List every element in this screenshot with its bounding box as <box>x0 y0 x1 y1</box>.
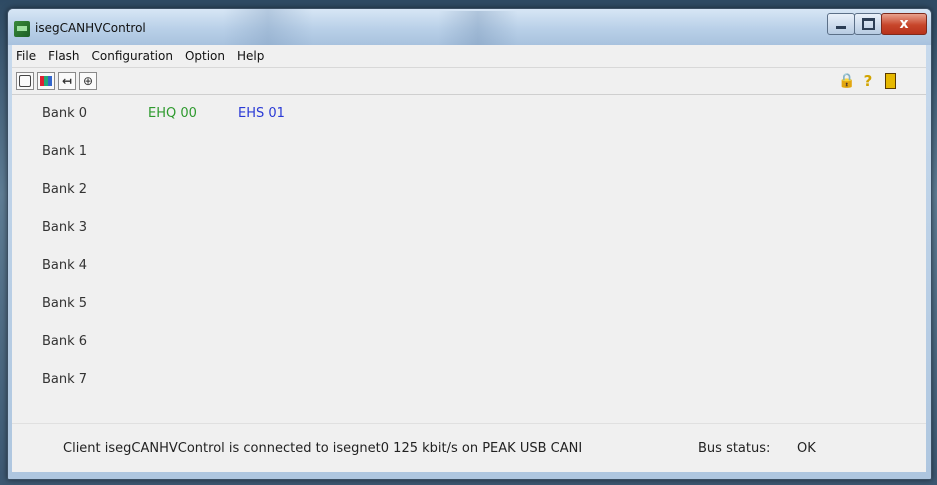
scan-button[interactable] <box>37 72 55 90</box>
minimize-icon <box>836 25 846 29</box>
window-title: isegCANHVControl <box>35 21 146 35</box>
bank-label: Bank 6 <box>42 334 88 349</box>
bank-row: Bank 0 EHQ 00 EHS 01 <box>12 95 926 133</box>
bank-label: Bank 7 <box>42 372 88 387</box>
bank-label: Bank 4 <box>42 258 88 273</box>
bank-row: Bank 6 <box>12 323 926 361</box>
close-icon: x <box>899 16 909 32</box>
menu-help[interactable]: Help <box>231 49 270 63</box>
menu-bar: File Flash Configuration Option Help <box>12 45 926 68</box>
close-button[interactable]: x <box>881 13 927 35</box>
help-icon: ? <box>863 71 873 90</box>
bank-label: Bank 5 <box>42 296 88 311</box>
module-ehq-00[interactable]: EHQ 00 <box>148 106 197 121</box>
toolbar: ↤ ⊕ 🔒 ? <box>12 68 926 95</box>
status-bar: Client isegCANHVControl is connected to … <box>12 423 926 472</box>
exit-button[interactable] <box>881 72 899 90</box>
module-ehs-01[interactable]: EHS 01 <box>238 106 285 121</box>
bank-label: Bank 1 <box>42 144 88 159</box>
bus-status-label: Bus status: <box>698 441 771 456</box>
menu-flash[interactable]: Flash <box>42 49 85 63</box>
bank-label: Bank 3 <box>42 220 88 235</box>
back-arrows-button[interactable]: ↤ <box>58 72 76 90</box>
title-bar-decoration <box>438 11 518 45</box>
title-bar-decoration <box>223 9 313 45</box>
settings-icon: ⊕ <box>82 74 94 88</box>
connection-status-text: Client isegCANHVControl is connected to … <box>63 441 583 456</box>
menu-file[interactable]: File <box>12 49 42 63</box>
bank-row: Bank 5 <box>12 285 926 323</box>
bank-row: Bank 3 <box>12 209 926 247</box>
back-arrows-icon: ↤ <box>61 74 73 88</box>
minimize-button[interactable] <box>827 13 855 35</box>
connect-icon <box>19 75 31 87</box>
menu-configuration[interactable]: Configuration <box>86 49 179 63</box>
maximize-button[interactable] <box>854 13 882 35</box>
bank-row: Bank 2 <box>12 171 926 209</box>
scan-icon <box>40 76 52 86</box>
bus-status-value: OK <box>797 441 816 456</box>
bank-row: Bank 1 <box>12 133 926 171</box>
bank-label: Bank 2 <box>42 182 88 197</box>
app-icon <box>14 21 30 37</box>
help-button[interactable]: ? <box>859 72 877 90</box>
settings-button[interactable]: ⊕ <box>79 72 97 90</box>
menu-option[interactable]: Option <box>179 49 231 63</box>
bank-row: Bank 7 <box>12 361 926 399</box>
connect-button[interactable] <box>16 72 34 90</box>
exit-icon <box>884 73 896 89</box>
bank-list: Bank 0 EHQ 00 EHS 01 Bank 1 Bank 2 Bank … <box>12 95 926 423</box>
bank-row: Bank 4 <box>12 247 926 285</box>
lock-icon: 🔒 <box>838 73 856 89</box>
maximize-icon <box>861 18 875 30</box>
app-window: isegCANHVControl x File Flash Configurat… <box>7 8 932 480</box>
title-bar[interactable]: isegCANHVControl x <box>8 9 931 45</box>
lock-button[interactable]: 🔒 <box>838 72 856 90</box>
bank-label: Bank 0 <box>42 106 88 121</box>
